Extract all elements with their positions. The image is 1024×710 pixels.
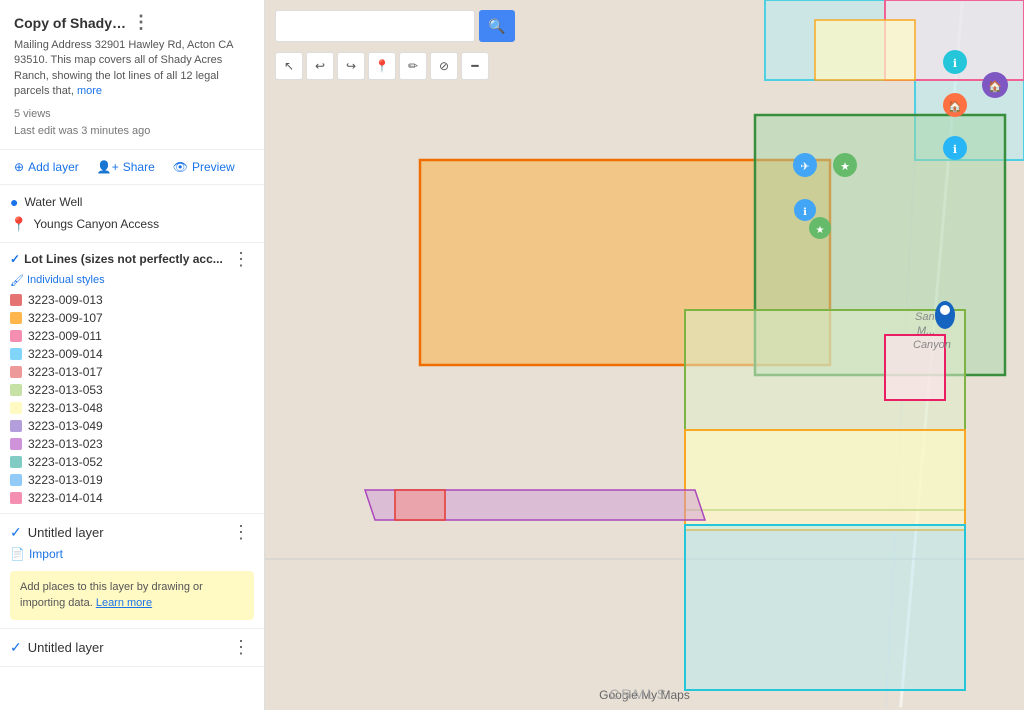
untitled-layer-1-title-row: ✓ Untitled layer (10, 524, 104, 541)
sidebar-stats: 5 views Last edit was 3 minutes ago (14, 106, 250, 141)
parcel-item-10: 3223-013-019 (10, 471, 254, 489)
parcel-item-9: 3223-013-052 (10, 453, 254, 471)
parcel-item-8: 3223-013-023 (10, 435, 254, 453)
parcel-yellow-lower (685, 430, 965, 530)
parcel-color-5 (10, 384, 22, 396)
lot-lines-section: ✓ Lot Lines (sizes not perfectly acc... … (0, 243, 264, 514)
untitled-layer-1-section: ✓ Untitled layer ⋮ 📄 Import Add places t… (0, 514, 264, 629)
parcel-item-11: 3223-014-014 (10, 489, 254, 507)
parcel-list: 3223-009-0133223-009-1073223-009-0113223… (10, 291, 254, 507)
filter-button[interactable]: ⊘ (430, 52, 458, 80)
check-icon-1: ✓ (10, 524, 22, 541)
sidebar-address: Mailing Address 32901 Hawley Rd, Acton C… (14, 38, 250, 100)
share-button[interactable]: 👤+ Share (93, 158, 159, 176)
parcel-red-small (395, 490, 445, 520)
lot-menu-button[interactable]: ⋮ (228, 249, 254, 270)
parcel-color-10 (10, 474, 22, 486)
parcel-item-4: 3223-013-017 (10, 363, 254, 381)
lot-section-header: ✓ Lot Lines (sizes not perfectly acc... … (10, 249, 254, 270)
add-layer-button[interactable]: ⊕ Add layer (10, 158, 83, 176)
layer-actions-bar: ⊕ Add layer 👤+ Share 👁 Preview (0, 150, 264, 185)
parcel-yellow-top (815, 20, 915, 80)
untitled-layer-2-title-row: ✓ Untitled layer (10, 639, 104, 656)
untitled-layer-2-header: ✓ Untitled layer ⋮ (10, 637, 254, 658)
untitled-layer-2-menu[interactable]: ⋮ (228, 637, 254, 658)
svg-text:ℹ: ℹ (953, 58, 957, 70)
sidebar-header: Copy of Shady Acres 12- parcels ... ⋮ Ma… (0, 0, 264, 150)
parcel-color-9 (10, 456, 22, 468)
parcel-color-11 (10, 492, 22, 504)
sidebar-title-row: Copy of Shady Acres 12- parcels ... ⋮ (14, 12, 250, 33)
preview-button[interactable]: 👁 Preview (169, 158, 239, 176)
parcels-overlay: Santa M... Canyon ℹ 🏠 🏠 ℹ ✈ ★ ℹ ★ (265, 0, 1024, 710)
map-title: Copy of Shady Acres 12- parcels ... (14, 15, 128, 31)
sidebar: Copy of Shady Acres 12- parcels ... ⋮ Ma… (0, 0, 265, 710)
svg-text:ℹ: ℹ (953, 144, 957, 156)
point-water-well: ● Water Well (10, 191, 254, 213)
individual-styles-button[interactable]: 🖌 Individual styles (10, 274, 254, 287)
map-pin-center (940, 305, 950, 315)
svg-text:★: ★ (840, 161, 850, 173)
water-well-icon: ● (10, 194, 18, 210)
parcel-cyan-bottom (685, 525, 965, 690)
import-icon: 📄 (10, 547, 25, 561)
parcel-color-7 (10, 420, 22, 432)
last-edit: Last edit was 3 minutes ago (14, 123, 250, 141)
parcel-color-4 (10, 366, 22, 378)
ruler-button[interactable]: ━ (461, 52, 489, 80)
search-bar: 🔍 (275, 10, 515, 42)
info-box: Add places to this layer by drawing or i… (10, 571, 254, 620)
parcel-color-2 (10, 330, 22, 342)
parcel-item-5: 3223-013-053 (10, 381, 254, 399)
svg-text:★: ★ (816, 225, 825, 236)
add-layer-icon: ⊕ (14, 160, 24, 174)
parcel-color-3 (10, 348, 22, 360)
parcel-item-1: 3223-009-107 (10, 309, 254, 327)
svg-text:ℹ: ℹ (803, 207, 807, 218)
point-youngs-canyon: 📍 Youngs Canyon Access (10, 213, 254, 236)
untitled-layer-1-menu[interactable]: ⋮ (228, 522, 254, 543)
untitled-layer-2-section: ✓ Untitled layer ⋮ (0, 629, 264, 667)
svg-text:🏠: 🏠 (988, 80, 1002, 93)
parcel-item-7: 3223-013-049 (10, 417, 254, 435)
untitled-layer-1-header: ✓ Untitled layer ⋮ (10, 522, 254, 543)
search-icon: 🔍 (488, 18, 505, 35)
pin-tool-button[interactable]: 📍 (368, 52, 396, 80)
learn-more-link[interactable]: Learn more (96, 597, 152, 609)
map-controls: ↖ ↩ ↪ 📍 ✏ ⊘ ━ (275, 52, 489, 80)
map-area[interactable]: 🔍 ↖ ↩ ↪ 📍 ✏ ⊘ ━ (265, 0, 1024, 710)
parcel-color-8 (10, 438, 22, 450)
parcel-item-6: 3223-013-048 (10, 399, 254, 417)
title-menu-button[interactable]: ⋮ (128, 12, 250, 33)
crmls-attribution: CRMLS (609, 686, 668, 702)
check-icon-2: ✓ (10, 639, 22, 656)
redo-button[interactable]: ↪ (337, 52, 365, 80)
parcel-item-2: 3223-009-011 (10, 327, 254, 345)
cursor-tool-button[interactable]: ↖ (275, 52, 303, 80)
search-input[interactable] (275, 10, 475, 42)
draw-line-button[interactable]: ✏ (399, 52, 427, 80)
parcel-color-1 (10, 312, 22, 324)
place-label-m: M... (917, 325, 935, 337)
undo-button[interactable]: ↩ (306, 52, 334, 80)
youngs-canyon-icon: 📍 (10, 216, 27, 233)
svg-text:🏠: 🏠 (948, 100, 962, 113)
share-icon: 👤+ (97, 160, 119, 174)
points-section: ● Water Well 📍 Youngs Canyon Access (0, 185, 264, 243)
search-button[interactable]: 🔍 (479, 10, 515, 42)
parcel-color-0 (10, 294, 22, 306)
svg-text:✈: ✈ (800, 161, 809, 173)
lot-section-title-row: ✓ Lot Lines (sizes not perfectly acc... (10, 252, 223, 266)
parcel-item-3: 3223-009-014 (10, 345, 254, 363)
checkbox-lot[interactable]: ✓ (10, 252, 20, 266)
individual-styles-icon: 🖌 (10, 274, 24, 287)
parcel-color-6 (10, 402, 22, 414)
parcel-item-0: 3223-009-013 (10, 291, 254, 309)
import-button[interactable]: 📄 Import (10, 543, 254, 565)
preview-icon: 👁 (173, 160, 188, 174)
place-label-canyon: Canyon (913, 339, 951, 351)
more-link[interactable]: more (77, 85, 102, 97)
views-count: 5 views (14, 106, 250, 124)
